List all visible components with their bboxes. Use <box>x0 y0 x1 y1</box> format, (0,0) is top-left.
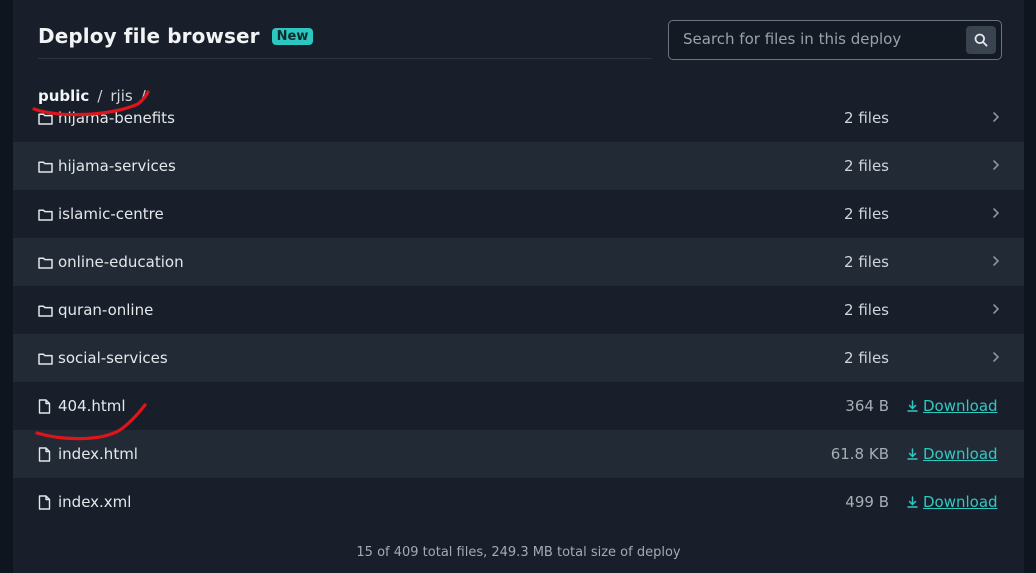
file-count: 2 files <box>844 157 889 175</box>
file-count: 2 files <box>844 109 889 127</box>
download-label: Download <box>923 493 998 511</box>
file-size: 364 B <box>845 397 889 415</box>
folder-row[interactable]: online-education 2 files <box>13 238 1024 286</box>
breadcrumb-separator: / <box>140 87 146 105</box>
folder-row[interactable]: islamic-centre 2 files <box>13 190 1024 238</box>
chevron-right-icon <box>993 304 1000 314</box>
file-count: 2 files <box>844 301 889 319</box>
search-box <box>668 20 1002 60</box>
folder-icon <box>38 111 53 125</box>
folder-icon <box>38 159 53 173</box>
new-badge: New <box>271 27 314 45</box>
download-icon <box>907 400 918 412</box>
deploy-summary: 15 of 409 total files, 249.3 MB total si… <box>356 545 681 560</box>
download-link[interactable]: Download <box>907 493 998 511</box>
folder-name: hijama-benefits <box>58 109 175 127</box>
file-row: index.xml 499 B Download <box>13 478 1024 526</box>
file-name: index.xml <box>58 493 132 511</box>
search-button[interactable] <box>966 26 996 54</box>
chevron-right-icon <box>993 160 1000 170</box>
file-count: 2 files <box>844 349 889 367</box>
download-link[interactable]: Download <box>907 445 998 463</box>
folder-icon <box>38 207 53 221</box>
download-link[interactable]: Download <box>907 397 998 415</box>
file-name: index.html <box>58 445 138 463</box>
file-count: 2 files <box>844 205 889 223</box>
chevron-right-icon <box>993 256 1000 266</box>
download-icon <box>907 448 918 460</box>
folder-row[interactable]: quran-online 2 files <box>13 286 1024 334</box>
chevron-right-icon <box>993 112 1000 122</box>
folder-icon <box>38 303 53 317</box>
file-row: 404.html 364 B Download <box>13 382 1024 430</box>
folder-row[interactable]: hijama-services 2 files <box>13 142 1024 190</box>
title-divider <box>38 58 652 59</box>
folder-row[interactable]: social-services 2 files <box>13 334 1024 382</box>
folder-name: social-services <box>58 349 168 367</box>
header: Deploy file browser New <box>38 24 314 48</box>
deploy-file-browser-panel: Deploy file browser New hijama-benefits … <box>13 0 1024 573</box>
file-list: hijama-benefits 2 files hijama-services … <box>13 94 1024 526</box>
breadcrumb: public / rjis / <box>38 87 146 105</box>
folder-name: islamic-centre <box>58 205 164 223</box>
breadcrumb-root[interactable]: public <box>38 87 89 105</box>
breadcrumb-separator: / <box>97 87 103 105</box>
page-title: Deploy file browser <box>38 24 260 48</box>
folder-icon <box>38 255 53 269</box>
file-icon <box>38 398 53 414</box>
folder-row[interactable]: hijama-benefits 2 files <box>13 94 1024 142</box>
file-icon <box>38 494 53 510</box>
download-label: Download <box>923 397 998 415</box>
file-size: 499 B <box>845 493 889 511</box>
download-icon <box>907 496 918 508</box>
file-count: 2 files <box>844 253 889 271</box>
folder-name: quran-online <box>58 301 154 319</box>
chevron-right-icon <box>993 352 1000 362</box>
download-label: Download <box>923 445 998 463</box>
chevron-right-icon <box>993 208 1000 218</box>
breadcrumb-folder[interactable]: rjis <box>110 87 132 105</box>
file-row: index.html 61.8 KB Download <box>13 430 1024 478</box>
folder-name: online-education <box>58 253 184 271</box>
folder-icon <box>38 351 53 365</box>
file-name: 404.html <box>58 397 126 415</box>
folder-name: hijama-services <box>58 157 176 175</box>
file-icon <box>38 446 53 462</box>
search-input[interactable] <box>683 30 953 48</box>
search-icon <box>974 33 988 47</box>
file-size: 61.8 KB <box>830 445 889 463</box>
